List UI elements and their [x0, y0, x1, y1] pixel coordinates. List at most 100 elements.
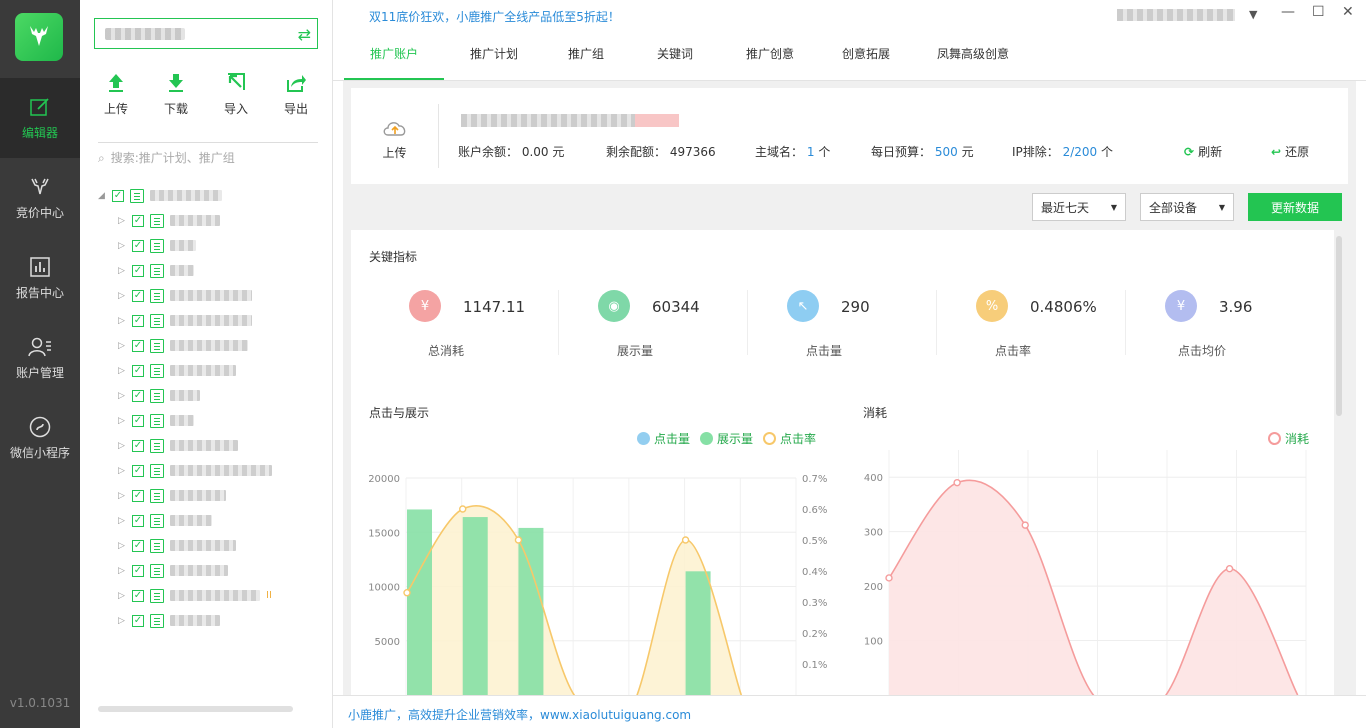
- tab-account[interactable]: 推广账户: [344, 38, 444, 80]
- tree-item[interactable]: ▷ ✓: [98, 208, 328, 233]
- tree-checkbox[interactable]: ✓: [132, 364, 144, 377]
- tree-item[interactable]: ▷ ✓: [98, 558, 328, 583]
- tab-adgroup[interactable]: 推广组: [544, 38, 628, 80]
- expand-icon[interactable]: ▷: [118, 541, 132, 551]
- minimize-icon[interactable]: —: [1281, 4, 1295, 20]
- main-vertical-scrollbar[interactable]: [1336, 236, 1342, 416]
- tree-checkbox[interactable]: ✓: [132, 289, 144, 302]
- avg-price-icon: ¥: [1165, 290, 1197, 322]
- tree-checkbox[interactable]: ✓: [132, 314, 144, 327]
- update-data-button[interactable]: 更新数据: [1248, 193, 1342, 221]
- expand-icon[interactable]: ▷: [118, 441, 132, 451]
- tree-item-redacted: [170, 490, 226, 501]
- promo-banner[interactable]: 双11底价狂欢，小鹿推广全线产品低至5折起！: [369, 8, 620, 25]
- tree-checkbox[interactable]: ✓: [132, 339, 144, 352]
- expand-icon[interactable]: ▷: [118, 466, 132, 476]
- tree-item[interactable]: ▷ ✓: [98, 283, 328, 308]
- campaign-icon: [150, 263, 164, 278]
- expand-icon[interactable]: ▷: [118, 591, 132, 601]
- tree-item[interactable]: ▷ ✓: [98, 408, 328, 433]
- tree-checkbox[interactable]: ✓: [132, 214, 144, 227]
- tab-creative-extension[interactable]: 创意拓展: [818, 38, 914, 80]
- nav-editor-label: 编辑器: [21, 125, 58, 140]
- tree-checkbox[interactable]: ✓: [132, 389, 144, 402]
- tree-item[interactable]: ▷ ✓: [98, 483, 328, 508]
- nav-report[interactable]: 报告中心: [0, 238, 80, 318]
- tab-advanced-creative[interactable]: 凤舞高级创意: [914, 38, 1032, 80]
- swap-icon[interactable]: ⇄: [298, 25, 311, 44]
- tree-checkbox[interactable]: ✓: [132, 239, 144, 252]
- upload-button[interactable]: 上传: [94, 72, 138, 120]
- nav-account-manage[interactable]: 账户管理: [0, 318, 80, 398]
- close-icon[interactable]: ✕: [1342, 4, 1354, 20]
- nav-editor[interactable]: 编辑器: [0, 78, 80, 158]
- expand-icon[interactable]: ▷: [118, 516, 132, 526]
- tree-checkbox[interactable]: ✓: [132, 264, 144, 277]
- tab-keyword[interactable]: 关键词: [628, 38, 722, 80]
- tree-checkbox[interactable]: ✓: [112, 189, 124, 202]
- tree-item[interactable]: ▷ ✓ II: [98, 583, 328, 608]
- account-switcher[interactable]: ⇄: [94, 18, 318, 49]
- expand-icon[interactable]: ▷: [118, 241, 132, 251]
- tab-campaign[interactable]: 推广计划: [444, 38, 544, 80]
- tree-item[interactable]: ▷ ✓: [98, 608, 328, 633]
- device-select[interactable]: 全部设备 ▼: [1140, 193, 1234, 221]
- nav-bidding[interactable]: 竞价中心: [0, 158, 80, 238]
- tree-item[interactable]: ▷ ✓: [98, 508, 328, 533]
- expand-icon[interactable]: ▷: [118, 391, 132, 401]
- budget-value[interactable]: 500: [935, 145, 958, 159]
- maximize-icon[interactable]: ☐: [1312, 4, 1325, 20]
- tree-item[interactable]: ▷ ✓: [98, 258, 328, 283]
- tree-item[interactable]: ▷ ✓: [98, 533, 328, 558]
- expand-icon[interactable]: ▷: [118, 491, 132, 501]
- expand-icon[interactable]: ▷: [118, 616, 132, 626]
- tree-horizontal-scrollbar[interactable]: [98, 706, 293, 712]
- expand-icon[interactable]: ▷: [118, 416, 132, 426]
- tree-checkbox[interactable]: ✓: [132, 489, 144, 502]
- tree-checkbox[interactable]: ✓: [132, 614, 144, 627]
- refresh-button[interactable]: ⟳ 刷新: [1184, 143, 1222, 160]
- nav-mini-program[interactable]: 微信小程序: [0, 398, 80, 478]
- ip-value[interactable]: 2/200: [1063, 145, 1098, 159]
- footer-slogan[interactable]: 小鹿推广，高效提升企业营销效率，www.xiaolutuiguang.com: [348, 706, 691, 723]
- user-menu-dropdown-icon[interactable]: ▼: [1249, 8, 1257, 21]
- collapse-icon[interactable]: ◢: [98, 191, 112, 201]
- tree-item[interactable]: ▷ ✓: [98, 383, 328, 408]
- ip-unit: 个: [1101, 145, 1114, 159]
- tree-item[interactable]: ▷ ✓: [98, 358, 328, 383]
- tab-creative[interactable]: 推广创意: [722, 38, 818, 80]
- tree-item[interactable]: ▷ ✓: [98, 333, 328, 358]
- tree-checkbox[interactable]: ✓: [132, 439, 144, 452]
- tree-checkbox[interactable]: ✓: [132, 514, 144, 527]
- expand-icon[interactable]: ▷: [118, 366, 132, 376]
- campaign-icon: [150, 363, 164, 378]
- tree-checkbox[interactable]: ✓: [132, 589, 144, 602]
- expand-icon[interactable]: ▷: [118, 216, 132, 226]
- tree-search-input[interactable]: ⌕ 搜索:推广计划、推广组: [98, 142, 318, 170]
- expand-icon[interactable]: ▷: [118, 316, 132, 326]
- tree-checkbox[interactable]: ✓: [132, 464, 144, 477]
- device-value: 全部设备: [1149, 200, 1198, 215]
- tree-item[interactable]: ▷ ✓: [98, 433, 328, 458]
- tree-checkbox[interactable]: ✓: [132, 539, 144, 552]
- download-button[interactable]: 下载: [154, 72, 198, 120]
- budget-label: 每日预算：: [871, 145, 932, 159]
- tree-checkbox[interactable]: ✓: [132, 564, 144, 577]
- tree-item[interactable]: ▷ ✓: [98, 458, 328, 483]
- tree-item[interactable]: ▷ ✓: [98, 233, 328, 258]
- expand-icon[interactable]: ▷: [118, 266, 132, 276]
- period-select[interactable]: 最近七天 ▼: [1032, 193, 1126, 221]
- expand-icon[interactable]: ▷: [118, 341, 132, 351]
- restore-button[interactable]: ↩ 还原: [1271, 143, 1309, 160]
- tree-item[interactable]: ▷ ✓: [98, 308, 328, 333]
- mini-program-icon: [29, 416, 51, 437]
- expand-icon[interactable]: ▷: [118, 291, 132, 301]
- import-button[interactable]: 导入: [214, 72, 258, 120]
- tree-checkbox[interactable]: ✓: [132, 414, 144, 427]
- domain-value[interactable]: 1: [807, 145, 815, 159]
- export-button[interactable]: 导出: [274, 72, 318, 120]
- tree-root-account[interactable]: ◢ ✓: [98, 183, 328, 208]
- account-upload-button[interactable]: 上传: [351, 104, 439, 168]
- expand-icon[interactable]: ▷: [118, 566, 132, 576]
- budget-stat: 每日预算： 500 元: [871, 143, 974, 160]
